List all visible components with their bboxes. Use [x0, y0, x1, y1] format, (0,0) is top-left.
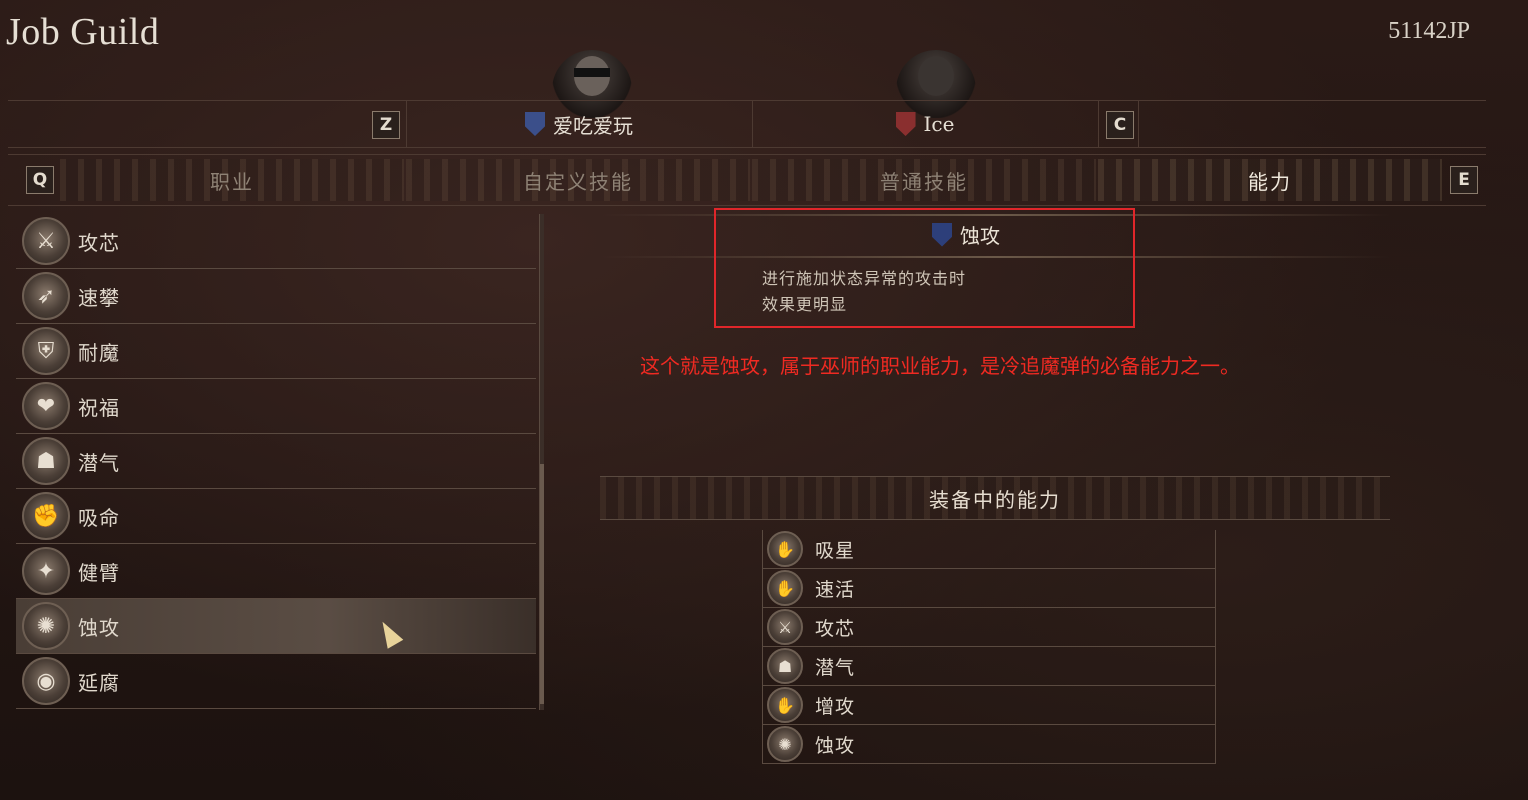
ability-label: 速攀 [78, 285, 120, 310]
tab-abilities[interactable]: 能力 [1098, 159, 1442, 201]
annotation-text: 这个就是蚀攻，属于巫师的职业能力，是冷追魔弹的必备能力之一。 [640, 354, 1240, 378]
divider [1098, 101, 1099, 147]
character-tab-1[interactable]: 爱吃爱玩 [406, 101, 752, 147]
portrait-head [918, 56, 954, 96]
prev-tab-key[interactable]: Q [26, 166, 54, 194]
equipped-ability-item[interactable]: ☗ 潜气 [763, 647, 1215, 686]
sorcerer-emblem-icon [932, 222, 952, 247]
equipped-abilities-list: ✋ 吸星 ✋ 速活 ⚔ 攻芯 ☗ 潜气 ✋ 增攻 ✺ 蚀攻 [762, 530, 1216, 764]
character-tab-2[interactable]: Ice [752, 101, 1098, 147]
bust-icon: ☗ [22, 437, 70, 485]
equipped-ability-item[interactable]: ⚔ 攻芯 [763, 608, 1215, 647]
swirl-icon: ✺ [22, 602, 70, 650]
crossed-swords-icon: ⚔ [22, 217, 70, 265]
ability-name: 蚀攻 [960, 224, 1000, 248]
equipped-abilities-header: 装备中的能力 [600, 476, 1390, 520]
ability-label: 健臂 [78, 560, 120, 585]
shield-icon: ⛨ [22, 327, 70, 375]
ability-detail-title: 蚀攻 [932, 220, 1000, 249]
ability-list-item[interactable]: ☗ 潜气 [16, 434, 536, 489]
blue-shield-emblem-icon [525, 112, 545, 136]
ability-label: 耐魔 [78, 340, 120, 365]
ability-list-item[interactable]: ✺ 蚀攻 [16, 599, 536, 654]
portrait-blindfold [574, 68, 610, 77]
description-line: 进行施加状态异常的攻击时 [762, 269, 967, 288]
ability-list-item[interactable]: ◉ 延腐 [16, 654, 536, 709]
equipped-ability-label: 速活 [815, 578, 856, 601]
equipped-ability-label: 蚀攻 [815, 734, 856, 757]
eye-icon: ◉ [22, 657, 70, 705]
prev-character-key[interactable]: Z [372, 111, 400, 139]
ability-list-item[interactable]: ❤ 祝福 [16, 379, 536, 434]
divider [1138, 101, 1139, 147]
ability-list-item[interactable]: ✦ 健臂 [16, 544, 536, 599]
bust-icon: ☗ [767, 648, 803, 684]
page-title: Job Guild [6, 11, 160, 53]
scroll-thumb[interactable] [540, 464, 544, 704]
character-selector: Z 爱吃爱玩 Ice C [8, 100, 1486, 148]
ability-list-item[interactable]: ⛨ 耐魔 [16, 324, 536, 379]
ability-list-scrollbar[interactable] [539, 214, 544, 710]
tab-job[interactable]: 职业 [60, 159, 404, 201]
flexing-arms-icon: ✦ [22, 547, 70, 595]
equipped-ability-label: 增攻 [815, 695, 856, 718]
ability-label: 吸命 [78, 505, 120, 530]
ability-list-item[interactable]: ⚔ 攻芯 [16, 214, 536, 269]
broken-heart-icon: ❤ [22, 382, 70, 430]
ability-list: ⚔ 攻芯 ➶ 速攀 ⛨ 耐魔 ❤ 祝福 ☗ 潜气 ✊ 吸命 ✦ 健臂 ✺ 蚀攻 ◉ 延腐 [16, 214, 536, 709]
crossed-swords-icon: ⚔ [767, 609, 803, 645]
equipped-ability-label: 吸星 [815, 539, 856, 562]
ability-label: 祝福 [78, 395, 120, 420]
raised-arm-icon: ✊ [22, 492, 70, 540]
running-figure-icon: ➶ [22, 272, 70, 320]
palm-icon: ✋ [767, 531, 803, 567]
equipped-ability-item[interactable]: ✋ 速活 [763, 569, 1215, 608]
character-name: Ice [923, 112, 955, 136]
equipped-ability-item[interactable]: ✺ 蚀攻 [763, 725, 1215, 764]
equipped-ability-item[interactable]: ✋ 增攻 [763, 686, 1215, 725]
tab-custom-skills[interactable]: 自定义技能 [406, 159, 750, 201]
palm-icon: ✋ [767, 687, 803, 723]
ability-label: 潜气 [78, 450, 120, 475]
ability-list-item[interactable]: ➶ 速攀 [16, 269, 536, 324]
swirl-icon: ✺ [767, 726, 803, 762]
category-tabs: Q 职业 自定义技能 普通技能 能力 E [8, 154, 1486, 206]
next-tab-key[interactable]: E [1450, 166, 1478, 194]
next-character-key[interactable]: C [1106, 111, 1134, 139]
job-points-counter: 51142JP [1388, 18, 1470, 44]
palm-icon: ✋ [767, 570, 803, 606]
equipped-ability-label: 潜气 [815, 656, 856, 679]
description-line: 效果更明显 [762, 295, 848, 314]
ability-description: 进行施加状态异常的攻击时 效果更明显 [762, 266, 966, 318]
character-name: 爱吃爱玩 [553, 113, 633, 138]
equipped-ability-label: 攻芯 [815, 617, 856, 640]
ability-label: 延腐 [78, 670, 120, 695]
tab-core-skills[interactable]: 普通技能 [752, 159, 1096, 201]
red-shield-emblem-icon [895, 112, 916, 136]
ability-label: 攻芯 [78, 230, 120, 255]
ability-label: 蚀攻 [78, 615, 120, 640]
equipped-ability-item[interactable]: ✋ 吸星 [763, 530, 1215, 569]
ability-list-item[interactable]: ✊ 吸命 [16, 489, 536, 544]
